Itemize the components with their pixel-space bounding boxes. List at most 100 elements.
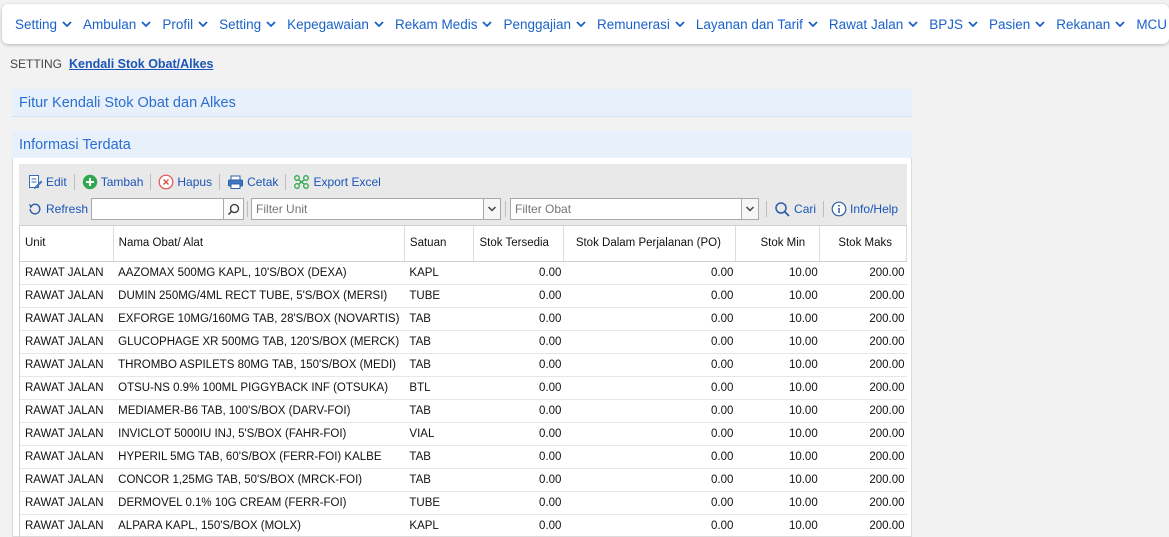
table-cell: RAWAT JALAN xyxy=(20,422,114,446)
filter-drug-select[interactable] xyxy=(510,198,760,220)
delete-icon xyxy=(158,174,174,190)
grid-toolbar: Edit Tambah Hapus Cetak Export Excel Ref… xyxy=(19,164,907,226)
top-navigation: Setting Ambulan Profil Setting Kepegawaian Re… xyxy=(2,4,1169,44)
nav-item-bpjs[interactable]: BPJS xyxy=(929,17,979,32)
nav-item-mcu[interactable]: MCU xyxy=(1136,17,1169,32)
table-cell: 200.00 xyxy=(819,330,907,354)
table-row[interactable]: RAWAT JALAN DUMIN 250MG/4ML RECT TUBE, 5'… xyxy=(20,284,907,308)
table-row[interactable]: RAWAT JALAN MEDIAMER-B6 TAB, 100'S/BOX (D… xyxy=(20,399,907,423)
table-row[interactable]: RAWAT JALAN OTSU-NS 0.9% 100ML PIGGYBACK … xyxy=(20,376,907,400)
table-row[interactable]: RAWAT JALAN GLUCOPHAGE XR 500MG TAB, 120'… xyxy=(20,330,907,354)
nav-item-layanan-dan-tarif[interactable]: Layanan dan Tarif xyxy=(696,17,819,32)
nav-item-rawat-jalan[interactable]: Rawat Jalan xyxy=(829,17,919,32)
plus-circle-icon xyxy=(82,174,97,190)
stock-table-container: Unit Nama Obat/ Alat Satuan Stok Tersedia St… xyxy=(19,226,907,537)
delete-button[interactable]: Hapus xyxy=(158,174,212,190)
column-header[interactable]: Stok Min xyxy=(735,226,821,262)
nav-item-rekanan[interactable]: Rekanan xyxy=(1056,17,1126,32)
table-row[interactable]: RAWAT JALAN EXFORGE 10MG/160MG TAB, 28'S/… xyxy=(20,307,907,331)
table-cell: TUBE xyxy=(404,491,474,515)
chevron-down-icon xyxy=(675,21,685,28)
refresh-button[interactable]: Refresh xyxy=(27,201,88,217)
table-cell: EXFORGE 10MG/160MG TAB, 28'S/BOX (NOVART… xyxy=(113,307,405,331)
table-cell: 0.00 xyxy=(563,399,736,423)
edit-icon xyxy=(29,175,43,189)
nav-item-setting[interactable]: Setting xyxy=(15,17,73,32)
nav-item-remunerasi[interactable]: Remunerasi xyxy=(597,17,686,32)
column-header[interactable]: Stok Tersedia xyxy=(473,226,564,262)
nav-item-pasien[interactable]: Pasien xyxy=(989,17,1046,32)
table-row[interactable]: RAWAT JALAN CONCOR 1,25MG TAB, 50'S/BOX (… xyxy=(20,468,907,492)
nav-item-label: MCU xyxy=(1136,16,1168,32)
nav-item-label: Rekanan xyxy=(1056,16,1111,32)
nav-item-rekam-medis[interactable]: Rekam Medis xyxy=(395,17,494,32)
filter-drug-input[interactable] xyxy=(511,199,742,219)
table-cell: CONCOR 1,25MG TAB, 50'S/BOX (MRCK-FOI) xyxy=(113,468,405,492)
nav-item-label: Rawat Jalan xyxy=(828,16,904,32)
add-label: Tambah xyxy=(100,175,144,189)
table-cell: 10.00 xyxy=(735,353,820,377)
table-row[interactable]: RAWAT JALAN DERMOVEL 0.1% 10G CREAM (FERR… xyxy=(20,491,907,515)
table-cell: 0.00 xyxy=(563,422,736,446)
table-row[interactable]: RAWAT JALAN HYPERIL 5MG TAB, 60'S/BOX (FE… xyxy=(20,445,907,469)
chevron-down-icon xyxy=(968,21,978,28)
column-header[interactable]: Satuan xyxy=(404,226,474,262)
chevron-down-icon xyxy=(1035,21,1045,28)
delete-label: Hapus xyxy=(177,175,213,189)
table-cell: 0.00 xyxy=(473,399,564,423)
table-cell: RAWAT JALAN xyxy=(20,261,114,285)
search-input[interactable] xyxy=(91,198,225,220)
table-cell: 200.00 xyxy=(819,376,907,400)
table-cell: 200.00 xyxy=(819,422,907,446)
nav-item-label: Pasien xyxy=(988,16,1031,32)
table-cell: 0.00 xyxy=(473,514,564,537)
table-cell: RAWAT JALAN xyxy=(20,445,114,469)
print-button[interactable]: Cetak xyxy=(227,174,278,190)
add-button[interactable]: Tambah xyxy=(82,174,144,190)
table-cell: 200.00 xyxy=(819,353,907,377)
table-cell: 10.00 xyxy=(735,445,820,469)
edit-button[interactable]: Edit xyxy=(27,174,67,190)
breadcrumb-root[interactable]: SETTING xyxy=(10,57,62,71)
feature-panel-title: Fitur Kendali Stok Obat dan Alkes xyxy=(12,89,912,117)
filter-unit-input[interactable] xyxy=(252,199,484,219)
column-header[interactable]: Stok Maks xyxy=(819,226,907,262)
nav-item-setting[interactable]: Setting xyxy=(219,17,277,32)
search-submit-button[interactable]: Cari xyxy=(774,201,816,218)
table-cell: TAB xyxy=(404,445,474,469)
table-cell: 200.00 xyxy=(819,514,907,537)
breadcrumb: SETTING Kendali Stok Obat/Alkes xyxy=(10,57,214,71)
toolbar-divider xyxy=(285,174,287,190)
table-row[interactable]: RAWAT JALAN INVICLOT 5000IU INJ, 5'S/BOX … xyxy=(20,422,907,446)
table-row[interactable]: RAWAT JALAN THROMBO ASPILETS 80MG TAB, 15… xyxy=(20,353,907,377)
chevron-down-icon xyxy=(141,21,151,28)
filter-unit-dropdown[interactable] xyxy=(483,199,501,219)
export-excel-icon xyxy=(294,175,310,189)
table-cell: 0.00 xyxy=(563,445,736,469)
nav-item-label: Penggajian xyxy=(503,16,572,32)
nav-item-label: Profil xyxy=(162,16,194,32)
nav-item-ambulan[interactable]: Ambulan xyxy=(83,17,152,32)
column-header[interactable]: Stok Dalam Perjalanan (PO) xyxy=(563,226,736,262)
table-cell: 0.00 xyxy=(473,468,564,492)
nav-item-label: Remunerasi xyxy=(597,16,670,32)
table-row[interactable]: RAWAT JALAN ALPARA KAPL, 150'S/BOX (MOLX)… xyxy=(20,514,907,537)
nav-item-kepegawaian[interactable]: Kepegawaian xyxy=(287,17,385,32)
table-cell: RAWAT JALAN xyxy=(20,514,114,537)
table-row[interactable]: RAWAT JALAN AAZOMAX 500MG KAPL, 10'S/BOX … xyxy=(20,261,907,285)
column-header[interactable]: Unit xyxy=(20,226,114,262)
table-cell: TUBE xyxy=(404,284,474,308)
table-cell: 10.00 xyxy=(735,330,820,354)
table-header-row: Unit Nama Obat/ Alat Satuan Stok Tersedia St… xyxy=(20,226,907,262)
nav-item-profil[interactable]: Profil xyxy=(162,17,209,32)
breadcrumb-current[interactable]: Kendali Stok Obat/Alkes xyxy=(69,57,213,71)
help-button[interactable]: Info/Help xyxy=(831,201,898,217)
filter-unit-select[interactable] xyxy=(251,198,502,220)
nav-item-penggajian[interactable]: Penggajian xyxy=(503,17,587,32)
table-cell: 0.00 xyxy=(473,330,564,354)
column-header[interactable]: Nama Obat/ Alat xyxy=(113,226,405,262)
table-cell: RAWAT JALAN xyxy=(20,307,114,331)
export-excel-button[interactable]: Export Excel xyxy=(293,174,381,190)
filter-drug-dropdown[interactable] xyxy=(741,199,759,219)
search-button[interactable] xyxy=(224,198,245,220)
